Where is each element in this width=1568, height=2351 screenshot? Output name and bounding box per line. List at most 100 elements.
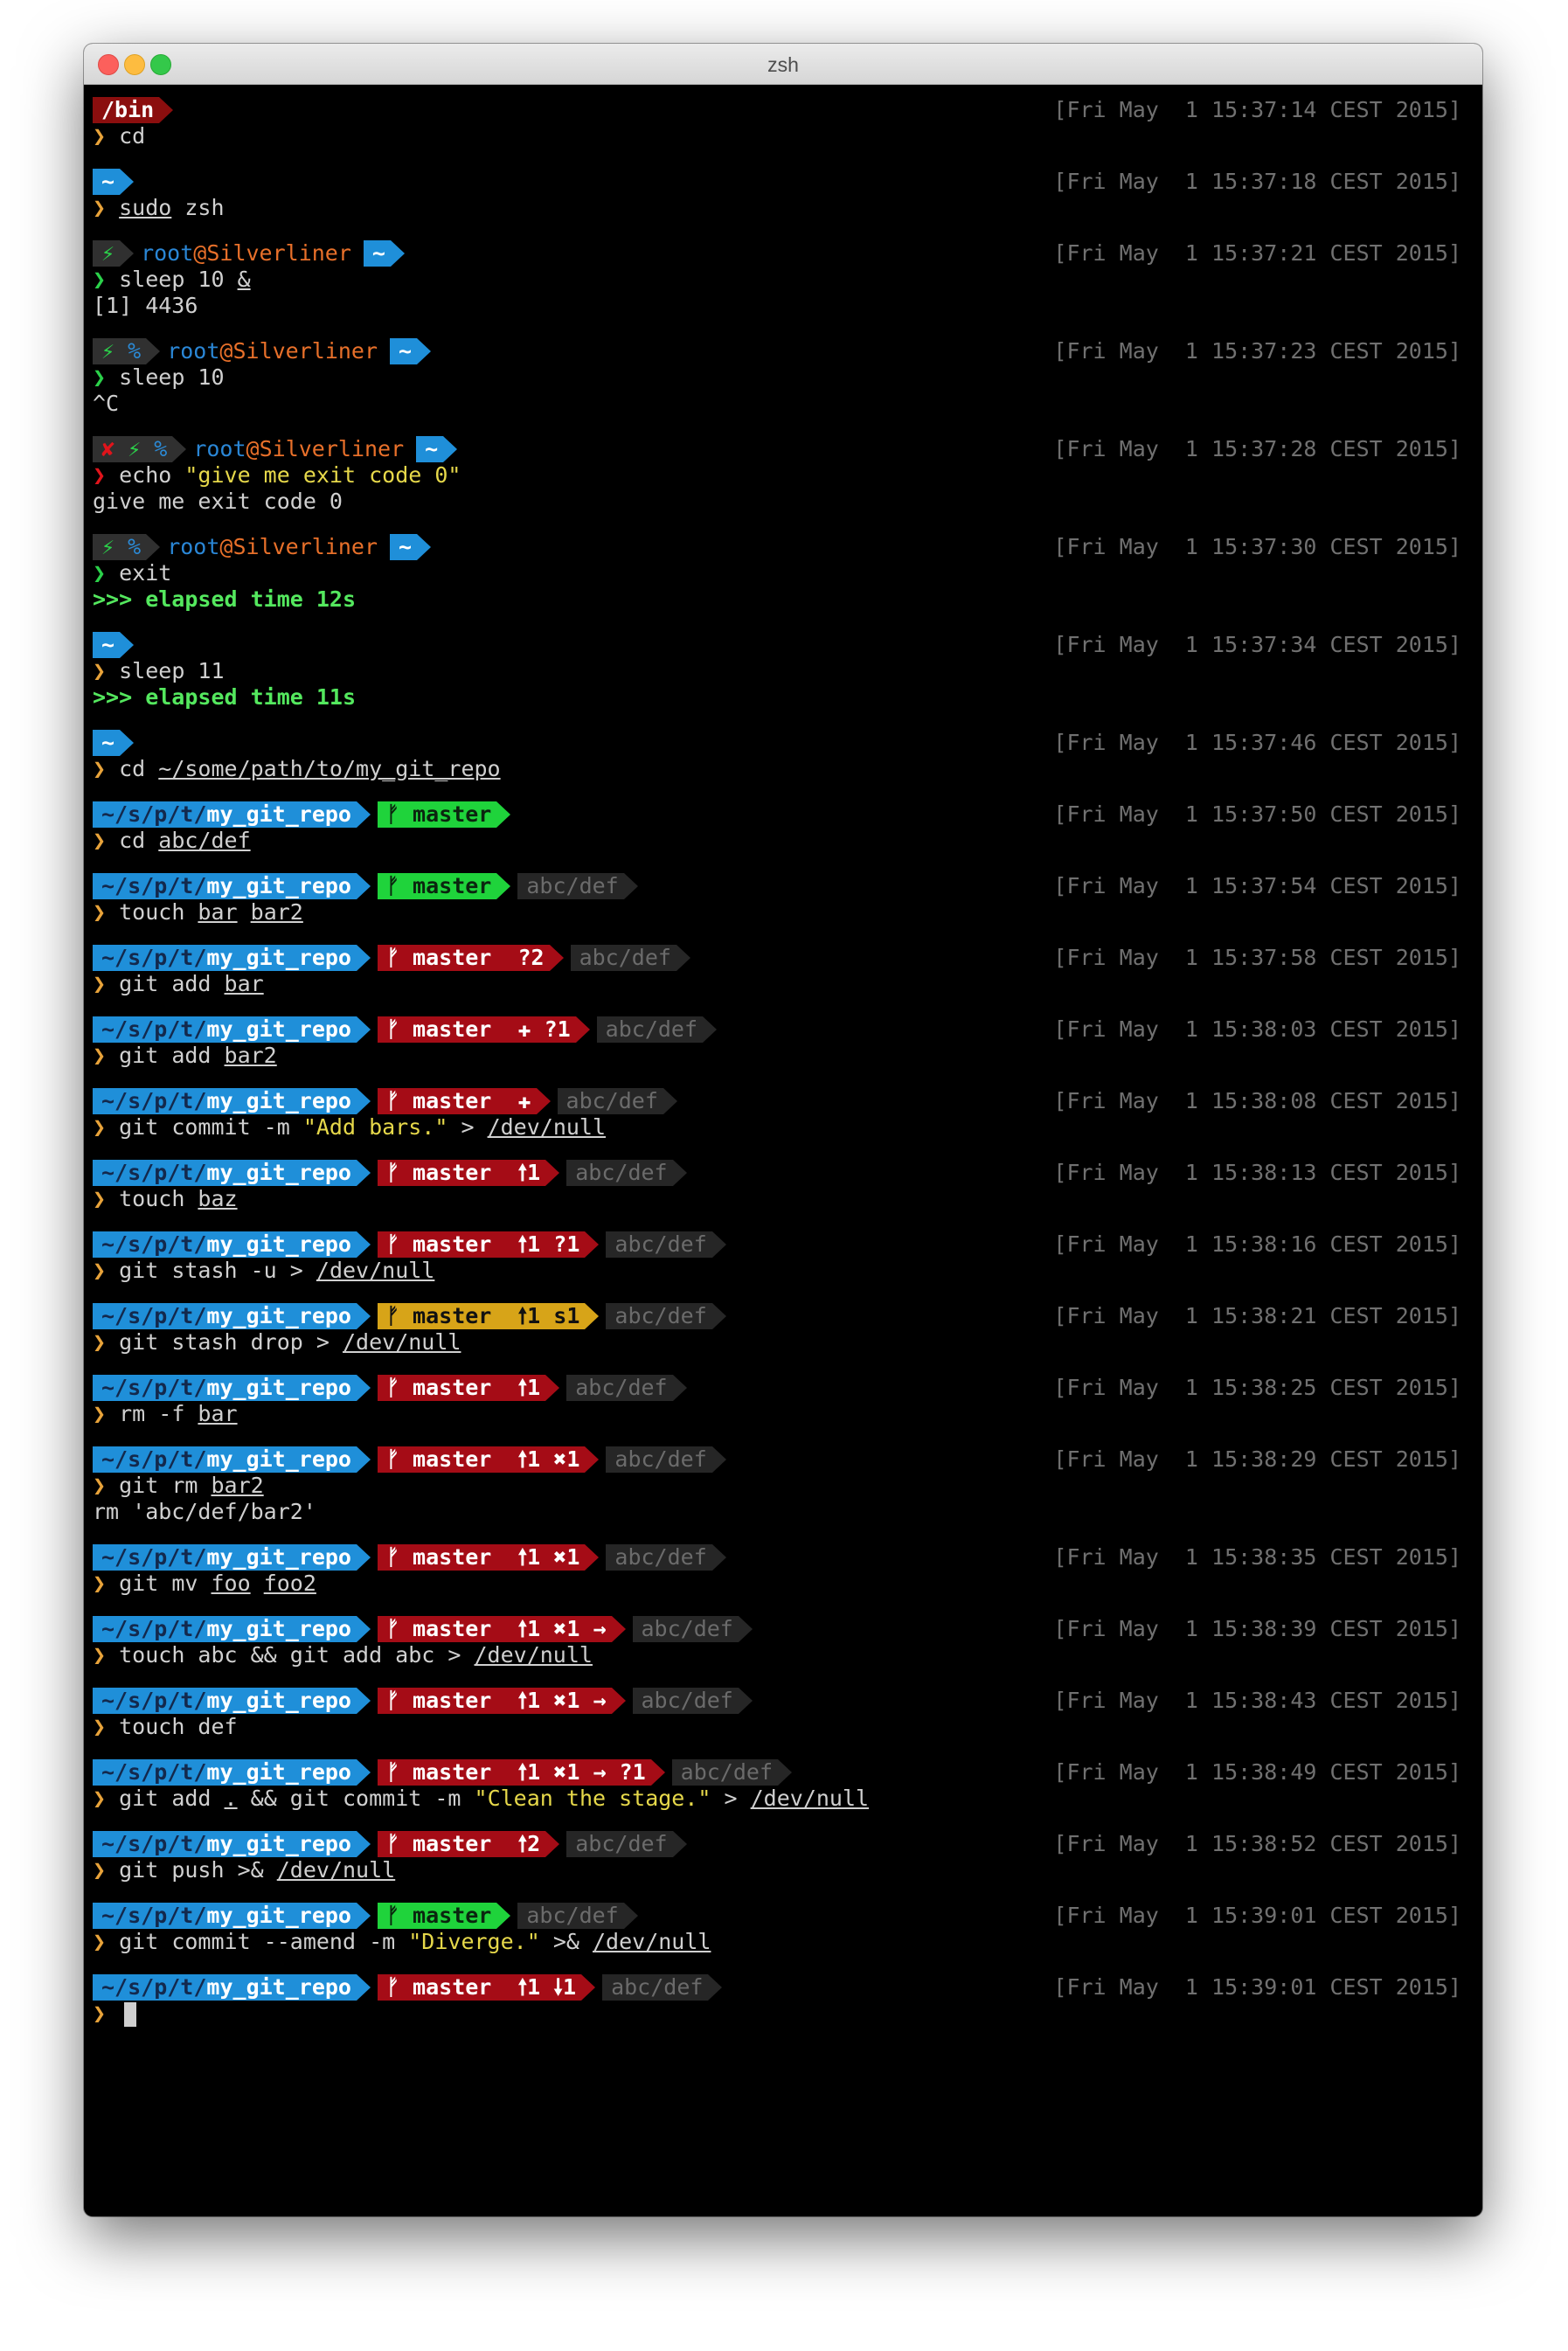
prompt-block: ~/s/p/t/my_git_repo ᚠ master 🠕1 ?1 abc/def… — [93, 1231, 1461, 1284]
command-line[interactable]: ❯ echo "give me exit code 0" — [93, 462, 1461, 489]
command-line[interactable]: ❯ git stash drop > /dev/null — [93, 1329, 1461, 1356]
command-text: git add bar — [119, 971, 264, 996]
command-line[interactable]: ❯ git push >& /dev/null — [93, 1857, 1461, 1883]
command-line[interactable]: ❯ sleep 10 & — [93, 267, 1461, 293]
command-line[interactable]: ❯ touch abc && git add abc > /dev/null — [93, 1642, 1461, 1668]
prompt-arrow-icon: ❯ — [93, 1857, 120, 1883]
command-line[interactable]: ❯ sleep 10 — [93, 364, 1461, 391]
command-line[interactable]: ❯ git add bar2 — [93, 1043, 1461, 1069]
command-line[interactable]: ❯ git add . && git commit -m "Clean the … — [93, 1786, 1461, 1812]
prompt-block: ~/s/p/t/my_git_repo ᚠ master [Fri May 1 15… — [93, 801, 1461, 854]
timestamp: [Fri May 1 15:37:14 CEST 2015] — [1053, 97, 1461, 122]
prompt-line: ~/s/p/t/my_git_repo ᚠ master abc/def [Fri M… — [93, 873, 1461, 899]
command-text: touch abc && git add abc > /dev/null — [119, 1642, 593, 1668]
dir-segment: ~/s/p/t/my_git_repo — [93, 1303, 371, 1329]
status-segment: ⚡ % — [93, 338, 161, 364]
dir-segment: ~/s/p/t/my_git_repo — [93, 1831, 371, 1857]
host-name: Silverliner — [206, 240, 351, 266]
command-line[interactable]: ❯ cd ~/some/path/to/my_git_repo — [93, 756, 1461, 782]
command-line[interactable]: ❯ exit — [93, 560, 1461, 586]
command-line[interactable]: ❯ cd — [93, 123, 1461, 149]
cwd-segment: ~ — [390, 338, 432, 364]
command-text: sudo zsh — [119, 195, 225, 220]
subpath-segment: abc/def — [566, 1375, 688, 1401]
prompt-arrow-icon: ❯ — [93, 1186, 120, 1211]
prompt-arrow-icon: ❯ — [93, 1714, 120, 1739]
command-line[interactable]: ❯ git commit -m "Add bars." > /dev/null — [93, 1114, 1461, 1141]
prompt-line: ~/s/p/t/my_git_repo ᚠ master ?2 abc/def [Fr… — [93, 945, 1461, 971]
command-line[interactable]: ❯ sudo zsh — [93, 195, 1461, 221]
command-text: cd — [119, 123, 146, 149]
user-host: root@Silverliner — [193, 436, 404, 462]
command-line[interactable]: ❯ git mv foo foo2 — [93, 1571, 1461, 1597]
prompt-block: /bin [Fri May 1 15:37:14 CEST 2015] ❯ cd — [93, 97, 1461, 149]
prompt-arrow-icon: ❯ — [93, 364, 120, 390]
command-line[interactable]: ❯ rm -f bar — [93, 1401, 1461, 1427]
cursor[interactable] — [124, 2002, 137, 2027]
prompt-line: ~/s/p/t/my_git_repo ᚠ master ✚ ?1 abc/def [… — [93, 1016, 1461, 1043]
command-line[interactable]: ❯ git commit --amend -m "Diverge." >& /d… — [93, 1929, 1461, 1955]
output-line: >>> elapsed time 12s — [93, 586, 357, 612]
user-host: root@Silverliner — [141, 240, 351, 267]
prompt-block: ~/s/p/t/my_git_repo ᚠ master 🠕1 s1 abc/def… — [93, 1303, 1461, 1356]
prompt-arrow-icon: ❯ — [93, 462, 120, 488]
command-line[interactable]: ❯ — [93, 2001, 1461, 2027]
subpath-segment: abc/def — [566, 1160, 688, 1186]
cwd-segment: ~ — [416, 436, 458, 462]
subpath-segment: abc/def — [517, 1903, 639, 1929]
prompt-block: ~/s/p/t/my_git_repo ᚠ master 🠕1 🠗1 abc/def… — [93, 1974, 1461, 2027]
command-line[interactable]: ❯ cd abc/def — [93, 828, 1461, 854]
command-text: git stash -u > /dev/null — [119, 1258, 435, 1283]
timestamp: [Fri May 1 15:38:49 CEST 2015] — [1053, 1759, 1461, 1785]
command-text: git commit -m "Add bars." > /dev/null — [119, 1114, 607, 1140]
prompt-arrow-icon: ❯ — [93, 1258, 120, 1283]
prompt-block: ~/s/p/t/my_git_repo ᚠ master abc/def [Fri M… — [93, 1903, 1461, 1955]
command-text: rm -f bar — [119, 1401, 238, 1426]
timestamp: [Fri May 1 15:38:52 CEST 2015] — [1053, 1831, 1461, 1856]
cwd-segment: ~ — [93, 632, 135, 658]
prompt-block: ⚡ % root@Silverliner ~ [Fri May 1 15:37:23 … — [93, 338, 1461, 417]
cwd-segment: ~ — [93, 730, 135, 756]
prompt-arrow-icon: ❯ — [93, 1043, 120, 1068]
subpath-segment: abc/def — [517, 873, 639, 899]
git-segment: ᚠ master ?2 — [378, 945, 564, 971]
prompt-arrow-icon: ❯ — [93, 756, 120, 781]
dir-segment: ~/s/p/t/my_git_repo — [93, 1231, 371, 1258]
user-name: root — [141, 240, 194, 266]
command-text: sleep 10 & — [119, 267, 251, 292]
command-line[interactable]: ❯ touch baz — [93, 1186, 1461, 1212]
git-segment: ᚠ master 🠕1 ✖1 — [378, 1446, 600, 1473]
dir-segment: ~/s/p/t/my_git_repo — [93, 1160, 371, 1186]
prompt-arrow-icon: ❯ — [93, 1401, 120, 1426]
command-line[interactable]: ❯ git rm bar2 — [93, 1473, 1461, 1499]
timestamp: [Fri May 1 15:37:28 CEST 2015] — [1053, 436, 1461, 461]
command-text: git mv foo foo2 — [119, 1571, 316, 1596]
git-segment: ᚠ master 🠕1 — [378, 1375, 560, 1401]
prompt-block: ~/s/p/t/my_git_repo ᚠ master abc/def [Fri M… — [93, 873, 1461, 926]
command-text: git rm bar2 — [119, 1473, 264, 1498]
command-text: git commit --amend -m "Diverge." >& /dev… — [119, 1929, 711, 1954]
prompt-arrow-icon: ❯ — [93, 1929, 120, 1954]
prompt-block: ⚡ root@Silverliner ~ [Fri May 1 15:37:21 CE… — [93, 240, 1461, 319]
command-line[interactable]: ❯ git stash -u > /dev/null — [93, 1258, 1461, 1284]
prompt-line: ~/s/p/t/my_git_repo ᚠ master 🠕1 ?1 abc/def… — [93, 1231, 1461, 1258]
timestamp: [Fri May 1 15:37:30 CEST 2015] — [1053, 534, 1461, 559]
git-segment: ᚠ master 🠕1 ?1 — [378, 1231, 600, 1258]
git-segment: ᚠ master — [378, 1903, 511, 1929]
command-line[interactable]: ❯ sleep 11 — [93, 658, 1461, 684]
prompt-line: ~/s/p/t/my_git_repo ᚠ master 🠕1 s1 abc/def… — [93, 1303, 1461, 1329]
command-text: git add bar2 — [119, 1043, 277, 1068]
dir-segment: ~/s/p/t/my_git_repo — [93, 1974, 371, 2001]
subpath-segment: abc/def — [606, 1446, 727, 1473]
prompt-line: ⚡ root@Silverliner ~ [Fri May 1 15:37:21 CE… — [93, 240, 1461, 267]
dir-segment: ~/s/p/t/my_git_repo — [93, 1016, 371, 1043]
title-bar[interactable]: zsh — [84, 44, 1482, 85]
at-sign: @ — [246, 436, 260, 461]
command-line[interactable]: ❯ git add bar — [93, 971, 1461, 997]
command-text: touch def — [119, 1714, 238, 1739]
prompt-line: ✘ ⚡ % root@Silverliner ~ [Fri May 1 15:37:2… — [93, 436, 1461, 462]
terminal-content[interactable]: /bin [Fri May 1 15:37:14 CEST 2015] ❯ cd ~ [… — [84, 85, 1482, 2216]
prompt-arrow-icon: ❯ — [93, 560, 120, 586]
command-line[interactable]: ❯ touch bar bar2 — [93, 899, 1461, 926]
command-line[interactable]: ❯ touch def — [93, 1714, 1461, 1740]
